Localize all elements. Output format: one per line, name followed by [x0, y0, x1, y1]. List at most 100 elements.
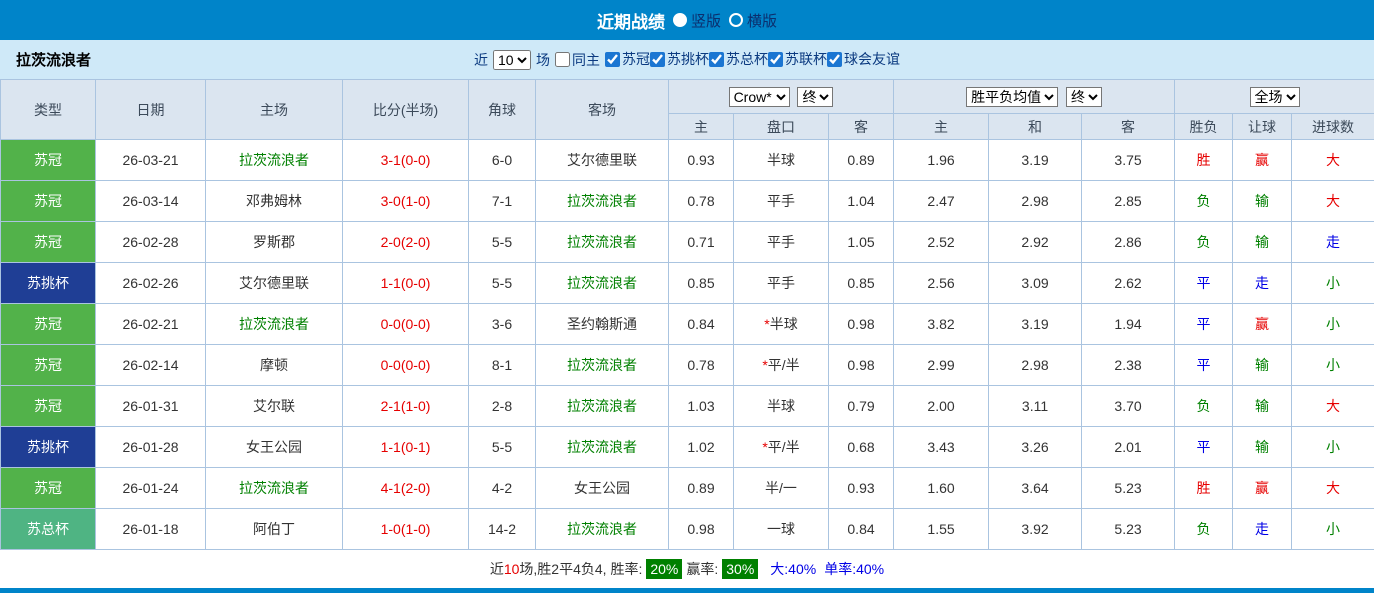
competition-filter-2[interactable]: 苏总杯 [709, 49, 768, 69]
euro-draw-odds: 3.92 [989, 509, 1082, 550]
layout-option-vertical[interactable]: 竖版 [673, 10, 721, 31]
asia-home-odds: 0.84 [669, 304, 734, 345]
asia-home-odds: 0.89 [669, 468, 734, 509]
euro-away-odds: 2.62 [1082, 263, 1175, 304]
competition-filter-3[interactable]: 苏联杯 [768, 49, 827, 69]
euro-home-odds: 2.47 [894, 181, 989, 222]
corners-cell: 7-1 [469, 181, 536, 222]
score-cell[interactable]: 1-0(1-0) [343, 509, 469, 550]
home-team[interactable]: 艾尔联 [206, 386, 343, 427]
competition-filter-1[interactable]: 苏挑杯 [650, 49, 709, 69]
home-team[interactable]: 艾尔德里联 [206, 263, 343, 304]
goals-result-cell: 小 [1292, 304, 1374, 345]
period-select[interactable]: 全场 [1250, 87, 1300, 107]
asia-home-col-header: 主 [669, 114, 734, 140]
euro-home-odds: 2.00 [894, 386, 989, 427]
asia-home-odds: 1.02 [669, 427, 734, 468]
score-cell[interactable]: 2-0(2-0) [343, 222, 469, 263]
home-team[interactable]: 摩顿 [206, 345, 343, 386]
score-cell[interactable]: 1-1(0-0) [343, 263, 469, 304]
corners-cell: 14-2 [469, 509, 536, 550]
score-cell[interactable]: 3-1(0-0) [343, 140, 469, 181]
euro-away-odds: 2.01 [1082, 427, 1175, 468]
home-team[interactable]: 阿伯丁 [206, 509, 343, 550]
competition-filter-0[interactable]: 苏冠 [605, 49, 650, 69]
handicap-cell: 半/一 [734, 468, 829, 509]
vertical-layout-radio[interactable] [673, 13, 687, 27]
competition-checkbox[interactable] [768, 52, 783, 67]
horizontal-layout-radio[interactable] [729, 13, 743, 27]
page-title: 近期战绩 [597, 8, 665, 33]
result-cell: 平 [1175, 304, 1233, 345]
euro-away-odds: 1.94 [1082, 304, 1175, 345]
type-badge: 苏冠 [1, 222, 96, 263]
filter-bar: 拉茨流浪者 近 10 场 同主 苏冠苏挑杯苏总杯苏联杯球会友谊 [0, 40, 1374, 79]
score-cell[interactable]: 0-0(0-0) [343, 345, 469, 386]
score-cell[interactable]: 3-0(1-0) [343, 181, 469, 222]
result-cell: 负 [1175, 181, 1233, 222]
layout-option-horizontal[interactable]: 横版 [729, 10, 777, 31]
competition-checkbox[interactable] [709, 52, 724, 67]
away-team[interactable]: 拉茨流浪者 [536, 345, 669, 386]
home-team[interactable]: 拉茨流浪者 [206, 468, 343, 509]
score-cell[interactable]: 1-1(0-1) [343, 427, 469, 468]
team-name: 拉茨流浪者 [16, 49, 91, 70]
bookmaker-select[interactable]: Crow* [729, 87, 790, 107]
competition-label: 苏挑杯 [667, 49, 709, 69]
euro-home-odds: 1.60 [894, 468, 989, 509]
asia-home-odds: 0.78 [669, 181, 734, 222]
euro-away-odds: 3.70 [1082, 386, 1175, 427]
competition-checkbox[interactable] [827, 52, 842, 67]
table-header: 类型 日期 主场 比分(半场) 角球 客场 Crow* 终 胜平负均值 终 [1, 80, 1374, 140]
away-team[interactable]: 拉茨流浪者 [536, 263, 669, 304]
table-body: 苏冠26-03-21拉茨流浪者3-1(0-0)6-0艾尔德里联0.93半球0.8… [1, 140, 1374, 550]
score-cell[interactable]: 4-1(2-0) [343, 468, 469, 509]
match-row: 苏冠26-02-14摩顿0-0(0-0)8-1拉茨流浪者0.78*平/半0.98… [1, 345, 1374, 386]
away-team[interactable]: 拉茨流浪者 [536, 427, 669, 468]
home-team[interactable]: 罗斯郡 [206, 222, 343, 263]
home-team[interactable]: 拉茨流浪者 [206, 140, 343, 181]
handicap-result-cell: 赢 [1233, 468, 1292, 509]
away-team[interactable]: 拉茨流浪者 [536, 509, 669, 550]
euro-home-odds: 1.96 [894, 140, 989, 181]
asia-away-odds: 0.98 [829, 345, 894, 386]
goals-result-cell: 大 [1292, 140, 1374, 181]
asia-home-odds: 1.03 [669, 386, 734, 427]
home-team[interactable]: 女王公园 [206, 427, 343, 468]
date-col-header: 日期 [96, 80, 206, 140]
handicap-cell: 一球 [734, 509, 829, 550]
away-team[interactable]: 拉茨流浪者 [536, 181, 669, 222]
away-team[interactable]: 拉茨流浪者 [536, 222, 669, 263]
away-team[interactable]: 圣约翰斯通 [536, 304, 669, 345]
competition-checkbox[interactable] [605, 52, 620, 67]
asia-home-odds: 0.78 [669, 345, 734, 386]
asia-home-odds: 0.98 [669, 509, 734, 550]
single-rate-text: 单率:40% [824, 559, 884, 579]
same-home-checkbox[interactable] [555, 52, 570, 67]
away-team[interactable]: 艾尔德里联 [536, 140, 669, 181]
away-team[interactable]: 拉茨流浪者 [536, 386, 669, 427]
score-cell[interactable]: 0-0(0-0) [343, 304, 469, 345]
handicap-result-cell: 输 [1233, 427, 1292, 468]
euro-home-odds: 1.55 [894, 509, 989, 550]
competition-filter-4[interactable]: 球会友谊 [827, 49, 900, 69]
goals-result-cell: 走 [1292, 222, 1374, 263]
results-table: 类型 日期 主场 比分(半场) 角球 客场 Crow* 终 胜平负均值 终 [0, 79, 1374, 550]
competition-label: 球会友谊 [844, 49, 900, 69]
same-home-filter[interactable]: 同主 [555, 50, 600, 70]
euro-odds-select[interactable]: 胜平负均值 [966, 87, 1058, 107]
score-cell[interactable]: 2-1(1-0) [343, 386, 469, 427]
asia-odds-time-select[interactable]: 终 [797, 87, 833, 107]
euro-odds-time-select[interactable]: 终 [1066, 87, 1102, 107]
away-team[interactable]: 女王公园 [536, 468, 669, 509]
match-count-select[interactable]: 10 [493, 50, 531, 70]
asia-odds-group-header: Crow* 终 [669, 80, 894, 114]
home-team[interactable]: 邓弗姆林 [206, 181, 343, 222]
home-team[interactable]: 拉茨流浪者 [206, 304, 343, 345]
competition-checkbox[interactable] [650, 52, 665, 67]
date-cell: 26-02-28 [96, 222, 206, 263]
type-badge: 苏冠 [1, 304, 96, 345]
result-cell: 平 [1175, 345, 1233, 386]
goals-result-cell: 大 [1292, 181, 1374, 222]
handicap-result-cell: 赢 [1233, 304, 1292, 345]
